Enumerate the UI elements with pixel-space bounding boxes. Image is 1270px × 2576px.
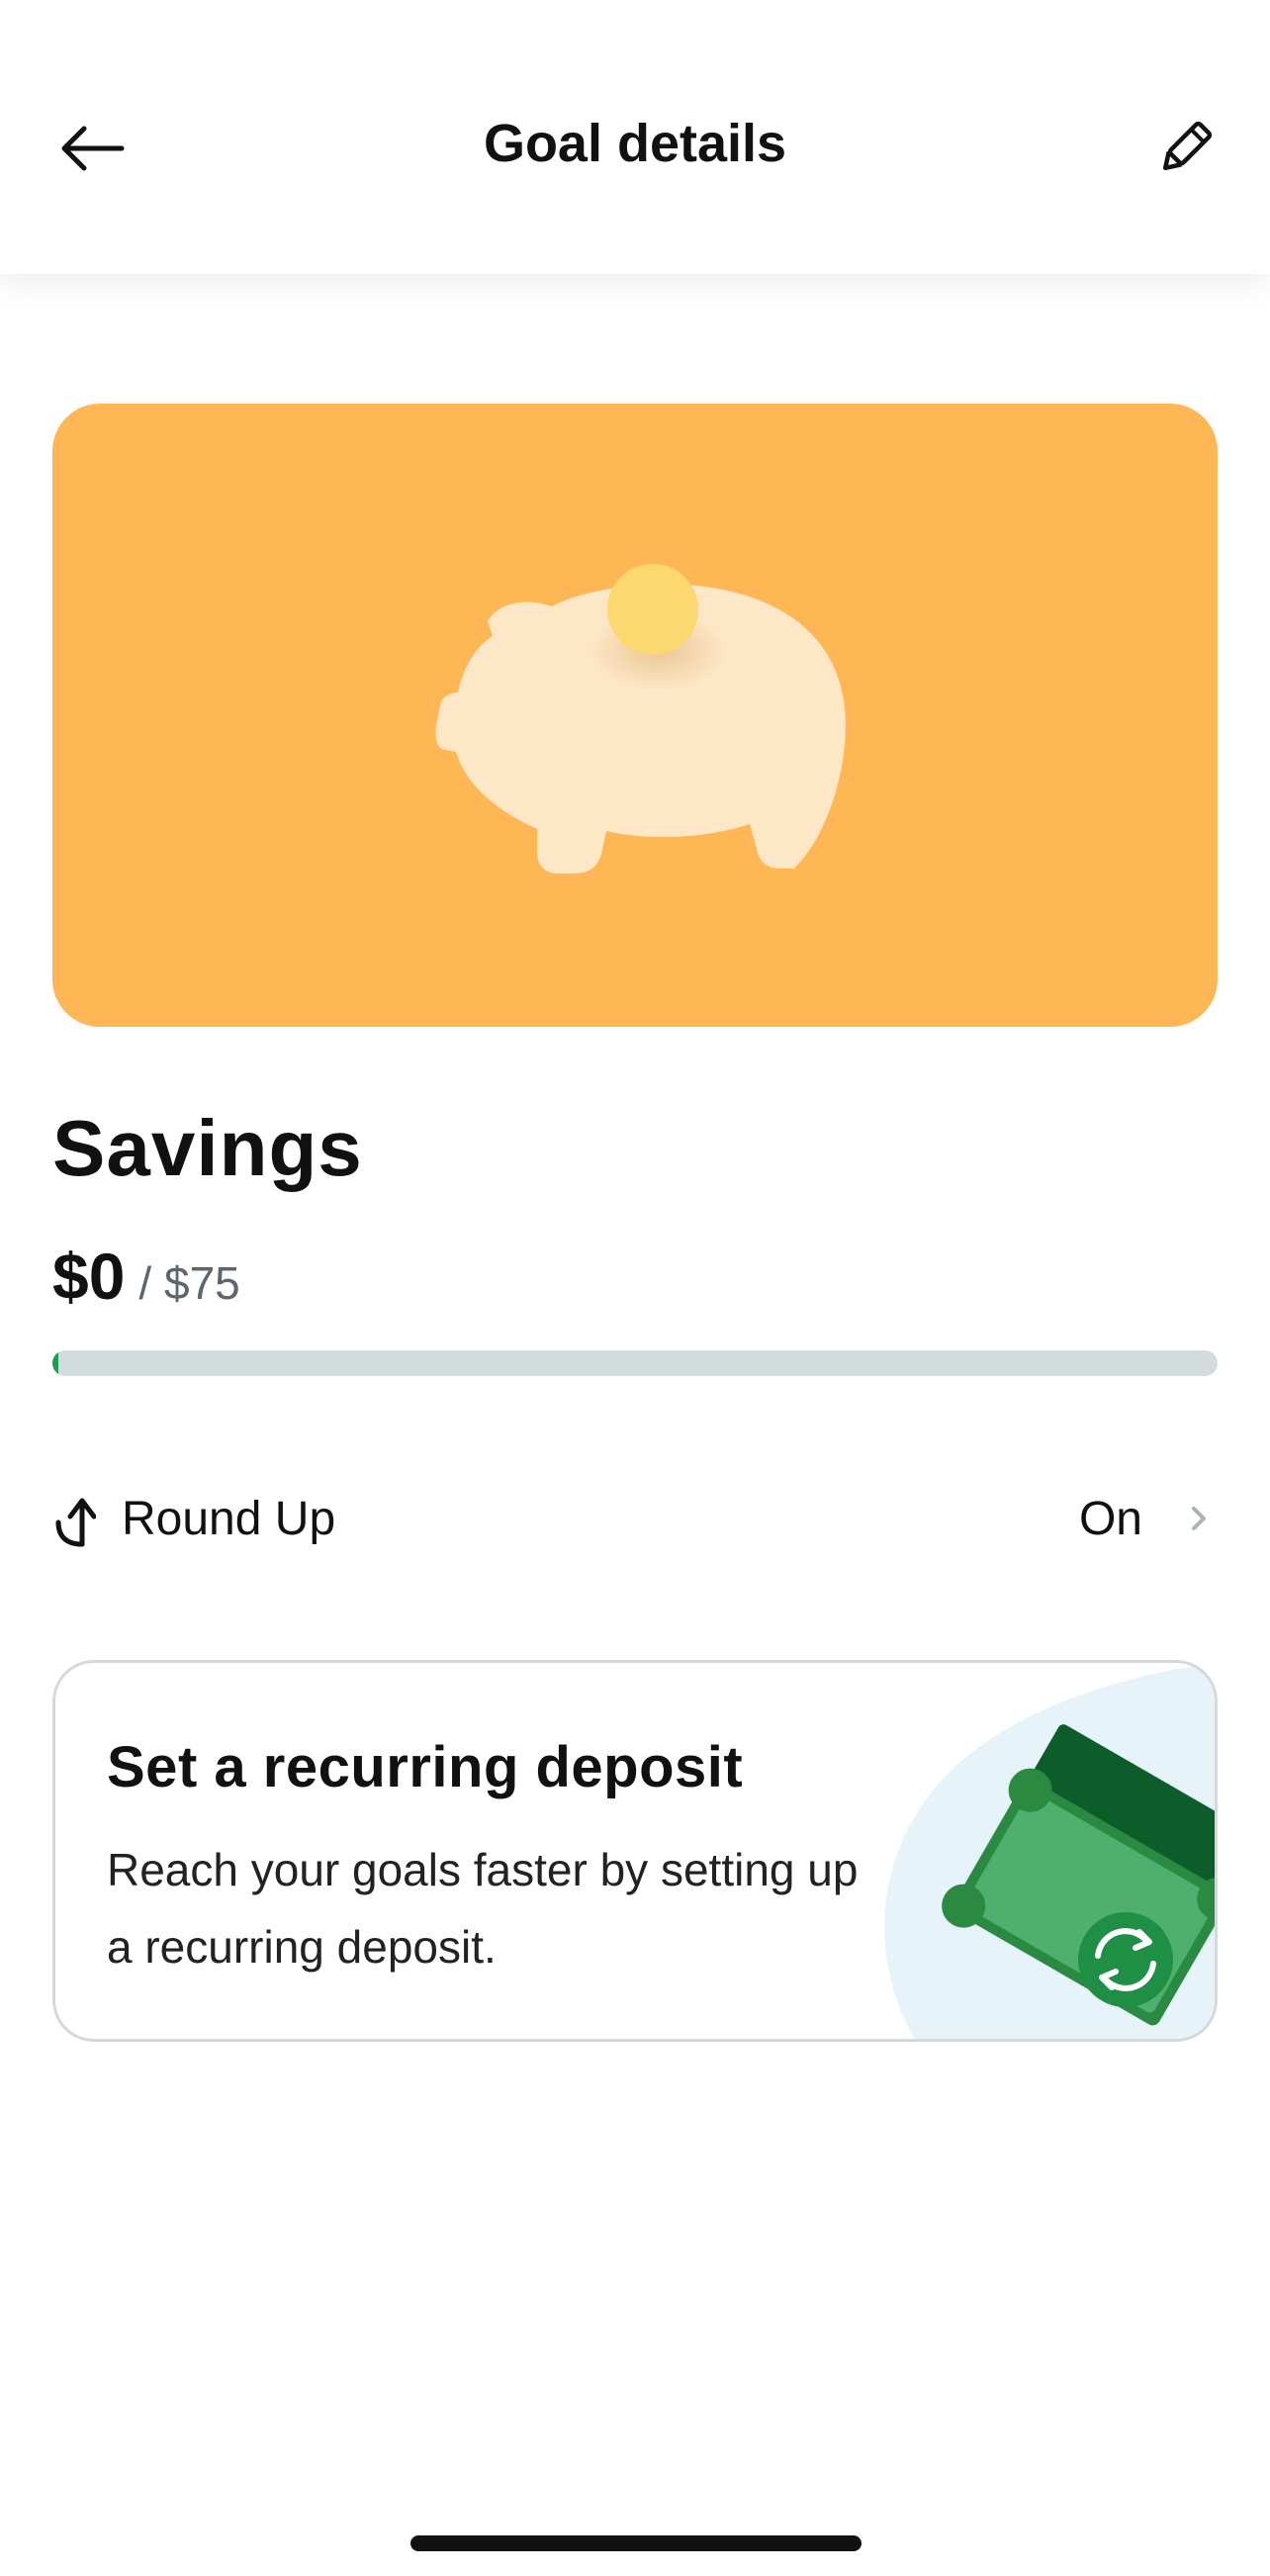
home-indicator[interactable] <box>410 2535 862 2551</box>
card-description: Reach your goals faster by setting up a … <box>107 1844 859 1973</box>
edit-goal-button[interactable] <box>1137 104 1232 193</box>
chevron-right-icon <box>1188 1499 1218 1538</box>
recurring-deposit-card[interactable]: Set a recurring deposit Reach your goals… <box>52 1660 1218 2042</box>
goal-details-screen: Goal details Savings $0 / $75 Round Up O… <box>0 0 1270 2576</box>
goal-progress-bar <box>52 1350 1218 1376</box>
top-app-bar: Goal details <box>0 0 1270 274</box>
piggy-bank-icon <box>435 564 846 874</box>
round-up-label: Round Up <box>122 1492 336 1545</box>
round-up-status: On <box>1078 1492 1142 1545</box>
goal-name: Savings <box>52 1104 363 1192</box>
goal-amount: $0 / $75 <box>52 1239 240 1314</box>
page-title: Goal details <box>483 114 787 173</box>
round-up-arrow-icon <box>52 1487 100 1550</box>
card-title: Set a recurring deposit <box>107 1735 744 1799</box>
goal-progress-fill <box>52 1350 58 1376</box>
current-amount: $0 <box>52 1240 126 1313</box>
target-amount: / $75 <box>138 1257 240 1309</box>
round-up-setting-row[interactable]: Round Up On <box>52 1474 1218 1563</box>
money-bills-recurring-icon <box>884 1663 1215 2039</box>
pencil-icon <box>1162 121 1213 171</box>
goal-hero-banner <box>52 404 1218 1027</box>
